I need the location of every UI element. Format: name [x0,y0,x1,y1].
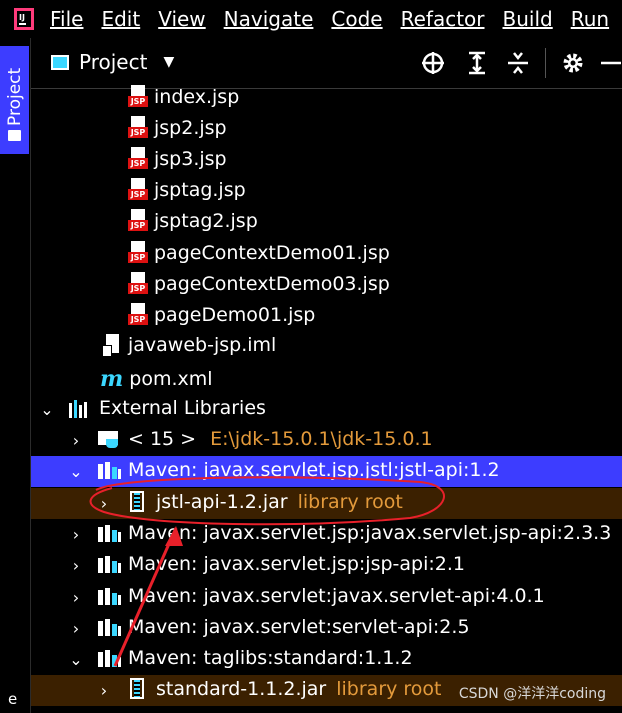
watermark: CSDN @洋洋洋coding [458,686,606,702]
red-annotation [89,476,445,667]
annotation-ellipse [89,476,445,526]
annotation-arrow-line [113,527,178,667]
